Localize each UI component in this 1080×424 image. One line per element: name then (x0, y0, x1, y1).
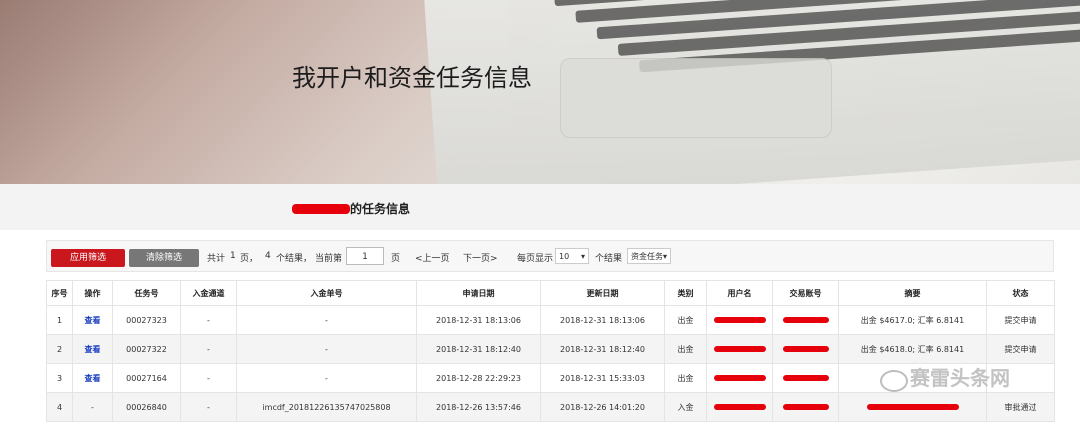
table-row: 2 查看 00027322 - - 2018-12-31 18:12:40 20… (46, 334, 1055, 364)
current-page-label: 当前第 (315, 254, 343, 264)
col-header: 申请日期 (416, 280, 541, 306)
total-results: 4 (265, 251, 271, 261)
table-row: 4 - 00026840 - imcdf_2018122613574702580… (46, 392, 1055, 422)
col-header: 类别 (664, 280, 707, 306)
col-header: 状态 (986, 280, 1055, 306)
per-page-label: 每页显示 (517, 254, 554, 264)
redacted-account (772, 363, 839, 393)
pages-unit: 页， (240, 254, 259, 264)
col-header: 交易账号 (772, 280, 839, 306)
per-page-select[interactable]: 10 ▾ (555, 248, 589, 264)
hero-banner: 我开户和资金任务信息 (0, 0, 1080, 184)
page-title: 我开户和资金任务信息 (292, 64, 532, 92)
wechat-icon (880, 370, 908, 392)
section-header (0, 184, 1080, 230)
task-type-select[interactable]: 资金任务 ▾ (627, 248, 671, 264)
summary-prefix: 共计 (207, 254, 226, 264)
task-table: 序号 操作 任务号 入金通道 入金单号 申请日期 更新日期 类别 用户名 交易账… (46, 280, 1055, 422)
page-unit: 页 (391, 254, 401, 264)
prev-page-link[interactable]: <上一页 (415, 251, 450, 264)
redacted-summary (838, 392, 987, 422)
section-title: 的任务信息 (350, 202, 411, 216)
view-link[interactable]: 查看 (85, 345, 101, 354)
col-header: 任务号 (112, 280, 181, 306)
redacted-account (772, 334, 839, 364)
redacted-account (772, 305, 839, 335)
col-header: 操作 (72, 280, 113, 306)
redacted-username (706, 363, 773, 393)
laptop-touchpad (560, 58, 832, 138)
table-header-row: 序号 操作 任务号 入金通道 入金单号 申请日期 更新日期 类别 用户名 交易账… (46, 280, 1055, 306)
redacted-username (292, 204, 350, 214)
col-header: 入金单号 (236, 280, 417, 306)
next-page-link[interactable]: 下一页> (463, 251, 498, 264)
view-link[interactable]: 查看 (85, 316, 101, 325)
clear-filter-button[interactable]: 清除筛选 (129, 249, 199, 267)
filter-toolbar: 应用筛选 清除筛选 共计 1 页， 4 个结果， 当前第 1 页 <上一页 下一… (46, 240, 1054, 272)
col-header: 用户名 (706, 280, 773, 306)
table-row: 1 查看 00027323 - - 2018-12-31 18:13:06 20… (46, 305, 1055, 335)
col-header: 摘要 (838, 280, 987, 306)
redacted-username (706, 334, 773, 364)
view-link[interactable]: 查看 (85, 374, 101, 383)
col-header: 序号 (46, 280, 73, 306)
dropdown-arrow-icon: ▾ (662, 252, 667, 261)
dropdown-arrow-icon: ▾ (580, 252, 585, 261)
page-number-input[interactable]: 1 (346, 247, 384, 265)
redacted-username (706, 305, 773, 335)
results-unit: 个结果， (276, 254, 313, 264)
col-header: 入金通道 (180, 280, 237, 306)
no-action: - (72, 392, 113, 422)
apply-filter-button[interactable]: 应用筛选 (51, 249, 125, 267)
per-page-unit: 个结果 (595, 254, 623, 264)
watermark: 赛雷头条网 (910, 366, 1010, 390)
redacted-account (772, 392, 839, 422)
redacted-username (706, 392, 773, 422)
total-pages: 1 (230, 251, 236, 261)
col-header: 更新日期 (540, 280, 665, 306)
